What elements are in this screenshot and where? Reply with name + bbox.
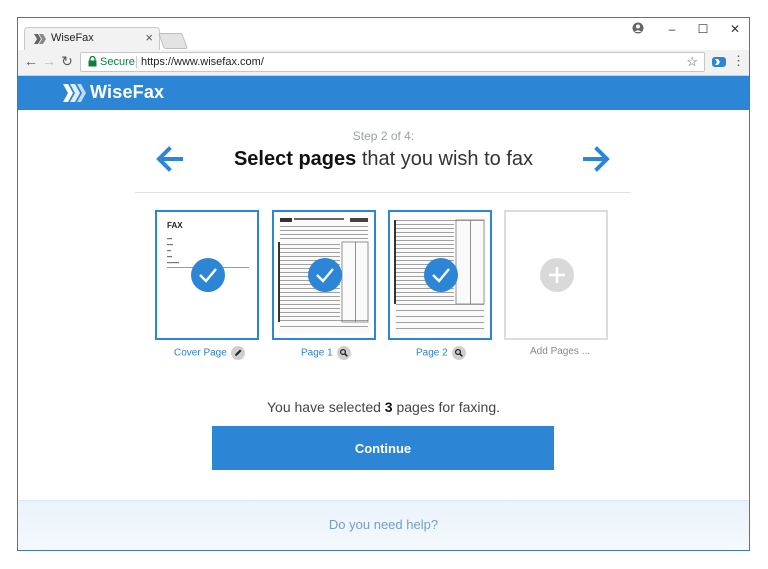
browser-toolbar: ← → ↻ Secure https://www.wisefax.com/ ☆ … [18, 50, 749, 76]
caption-add-pages[interactable]: Add Pages ... [530, 346, 590, 362]
bookmark-star-icon[interactable]: ☆ [686, 54, 698, 70]
browser-menu-icon[interactable]: ⋮ [732, 53, 745, 69]
maximize-button[interactable]: ☐ [693, 22, 713, 36]
tab-strip: WiseFax × – ☐ ✕ [18, 18, 749, 50]
reload-icon[interactable]: ↻ [58, 53, 76, 70]
main-content: Step 2 of 4: Select pages that you wish … [18, 110, 749, 500]
next-step-arrow-icon[interactable] [583, 145, 611, 173]
logo-text[interactable]: WiseFax [90, 82, 164, 103]
caption-page-1[interactable]: Page 1 [301, 346, 351, 362]
tab-close-icon[interactable]: × [145, 30, 153, 45]
browser-window: WiseFax × – ☐ ✕ ← → ↻ Secure https://www… [17, 17, 750, 551]
selected-check-icon[interactable] [191, 258, 225, 292]
caption-page-2[interactable]: Page 2 [416, 346, 466, 362]
omnibox-separator [136, 56, 137, 68]
cover-fax-heading: FAX [167, 221, 183, 230]
address-bar[interactable]: Secure https://www.wisefax.com/ ☆ [80, 52, 705, 72]
page-title: Select pages that you wish to fax [18, 148, 749, 171]
profile-icon[interactable] [628, 22, 648, 37]
page-thumbnail-cover[interactable]: FAX [155, 210, 259, 340]
page-thumbnail-1[interactable] [272, 210, 376, 340]
magnifier-icon[interactable] [451, 346, 466, 360]
selected-check-icon[interactable] [308, 258, 342, 292]
wisefax-logo-icon[interactable] [63, 84, 87, 102]
add-pages-card[interactable] [504, 210, 608, 340]
tab-title: WiseFax [51, 32, 94, 44]
summary-prefix: You have selected [267, 399, 385, 415]
help-footer: Do you need help? [18, 500, 749, 550]
site-header: WiseFax [18, 76, 749, 110]
selection-summary: You have selected 3 pages for faxing. [18, 399, 749, 415]
divider [135, 192, 631, 193]
selected-count: 3 [384, 399, 393, 415]
title-rest: that you wish to fax [356, 148, 534, 170]
title-bold: Select pages [233, 148, 357, 170]
pencil-icon[interactable] [230, 346, 245, 360]
back-icon[interactable]: ← [22, 53, 40, 69]
forward-icon[interactable]: → [40, 53, 58, 69]
page-thumbnail-2[interactable] [388, 210, 492, 340]
magnifier-icon[interactable] [336, 346, 351, 360]
caption-cover-page[interactable]: Cover Page [174, 346, 245, 362]
new-tab-button[interactable] [158, 33, 188, 49]
lock-icon [88, 56, 97, 67]
url-text[interactable]: https://www.wisefax.com/ [141, 56, 264, 68]
minimize-button[interactable]: – [662, 22, 682, 36]
summary-suffix: pages for faxing. [392, 399, 500, 415]
step-indicator: Step 2 of 4: [352, 129, 415, 143]
caption-cover-text[interactable]: Cover Page [174, 348, 227, 359]
wisefax-favicon-icon [34, 34, 46, 44]
help-link[interactable]: Do you need help? [18, 517, 749, 532]
browser-tab[interactable]: WiseFax × [24, 27, 160, 50]
caption-page-1-text[interactable]: Page 1 [301, 348, 333, 359]
continue-button[interactable]: Continue [212, 426, 554, 470]
close-window-button[interactable]: ✕ [725, 22, 745, 36]
selected-check-icon[interactable] [424, 258, 458, 292]
previous-step-arrow-icon[interactable] [155, 145, 183, 173]
secure-label: Secure [100, 56, 135, 68]
plus-icon[interactable] [540, 258, 574, 292]
extension-icon[interactable] [712, 57, 726, 67]
caption-page-2-text[interactable]: Page 2 [416, 348, 448, 359]
